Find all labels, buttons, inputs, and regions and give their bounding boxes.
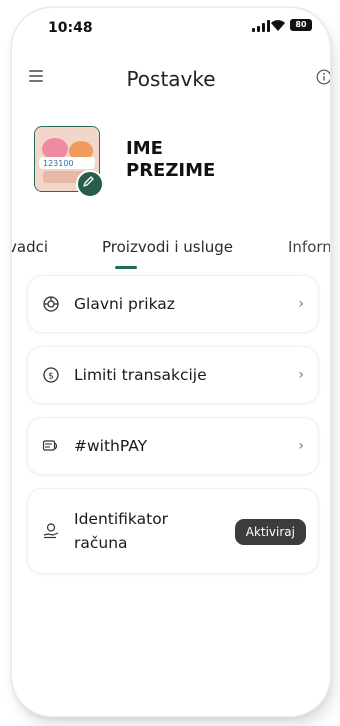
tab-bar: vadci Proizvodi i usluge Inforn (12, 230, 330, 270)
status-time: 10:48 (48, 20, 93, 36)
info-icon[interactable] (316, 69, 330, 85)
svg-text:$: $ (48, 372, 54, 382)
menu-item-label: #withPAY (74, 437, 148, 455)
chevron-right-icon: › (298, 438, 304, 454)
profile-name: IME PREZIME (126, 138, 215, 182)
svg-text:123100: 123100 (43, 159, 74, 168)
pencil-icon (83, 176, 94, 187)
profile-name-line2: PREZIME (126, 160, 216, 181)
profile-name-line1: IME (126, 138, 163, 159)
wifi-icon (271, 20, 285, 31)
tab-vadci[interactable]: vadci (12, 238, 48, 256)
identifier-label-line1: Identifikator (74, 510, 169, 528)
header: Postavke (12, 60, 330, 96)
profile-section: 123100 IME PREZIME (34, 126, 324, 206)
battery-icon: 80 (290, 19, 312, 31)
menu-item-limiti-transakcije[interactable]: $ Limiti transakcije › (28, 347, 318, 403)
tab-proizvodi-i-usluge[interactable]: Proizvodi i usluge (102, 238, 233, 256)
identifier-label-line2: računa (74, 534, 128, 552)
chevron-right-icon: › (298, 367, 304, 383)
status-bar: 10:48 80 (12, 8, 330, 46)
active-tab-indicator (115, 266, 137, 269)
dashboard-icon (43, 296, 59, 312)
menu-item-withpay[interactable]: #withPAY › (28, 418, 318, 474)
menu-item-label: Limiti transakcije (74, 366, 207, 384)
page-title: Postavke (126, 67, 216, 91)
activate-button[interactable]: Aktiviraj (234, 519, 306, 545)
menu-item-glavni-prikaz[interactable]: Glavni prikaz › (28, 276, 318, 332)
chevron-right-icon: › (298, 296, 304, 312)
edit-avatar-button[interactable] (76, 170, 104, 198)
signal-icon (252, 20, 270, 32)
hand-coin-icon (43, 523, 59, 539)
phone-frame: 10:48 80 Postavke 123100 IME PREZIME vad… (12, 8, 330, 716)
identifier-label: Identifikator računa (74, 507, 168, 555)
dollar-circle-icon: $ (43, 367, 59, 383)
menu-item-identifikator-racuna: Identifikator računa Aktiviraj (28, 489, 318, 573)
card-tap-icon (42, 440, 58, 451)
menu-item-label: Glavni prikaz (74, 295, 175, 313)
tab-informacije[interactable]: Inforn (288, 238, 330, 256)
